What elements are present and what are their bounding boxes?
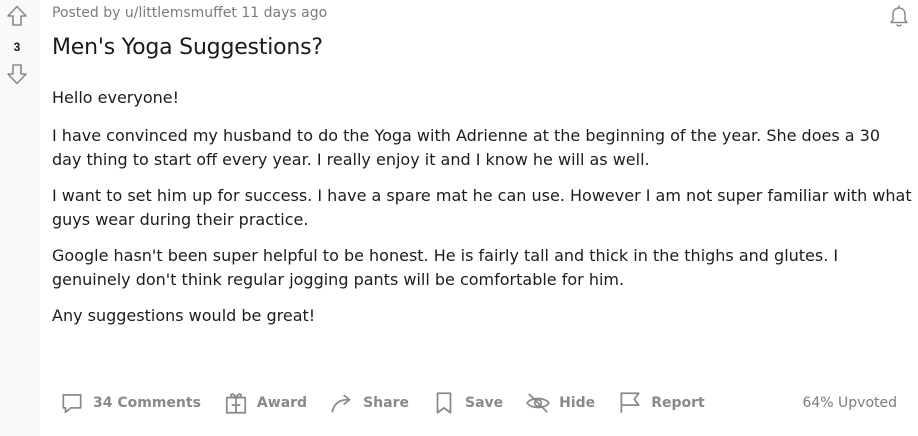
post-paragraph: Hello everyone! [52,88,180,107]
upvote-icon[interactable] [5,4,29,28]
share-arrow-icon [331,394,351,413]
share-label: Share [363,395,409,411]
save-button[interactable]: Save [427,388,507,418]
comments-button[interactable]: 34 Comments [55,388,205,418]
hide-button[interactable]: Hide [521,388,599,418]
post-meta: Posted by u/littlemsmuffet 11 days ago [52,5,328,21]
award-label: Award [256,395,308,411]
post-actions-bar: 34 Comments Award Share Save Hide Report [55,388,723,418]
vote-score: 3 [13,40,21,54]
post-paragraph: Google hasn't been super helpful to be h… [52,246,839,289]
post-paragraph: Any suggestions would be great! [52,306,316,325]
gift-icon [225,393,246,414]
downvote-icon[interactable] [5,62,29,86]
post-paragraph: I want to set him up for success. I have… [52,186,912,229]
hide-label: Hide [559,395,596,411]
post-body: Hello everyone! I have convinced my husb… [52,86,912,340]
comment-icon [62,394,82,414]
award-button[interactable]: Award [219,388,311,418]
share-button[interactable]: Share [325,388,413,418]
post-paragraph: I have convinced my husband to do the Yo… [52,126,881,169]
comments-label: 34 Comments [93,395,201,411]
bell-icon[interactable] [887,4,911,28]
flag-icon [620,392,640,413]
upvote-ratio: 64% Upvoted [802,395,897,411]
save-label: Save [464,395,504,411]
post-title[interactable]: Men's Yoga Suggestions? [52,35,323,60]
report-button[interactable]: Report [613,388,709,418]
report-label: Report [651,395,705,411]
vote-column: 3 [0,0,40,436]
eye-off-icon [526,393,550,413]
bookmark-icon [436,392,452,414]
